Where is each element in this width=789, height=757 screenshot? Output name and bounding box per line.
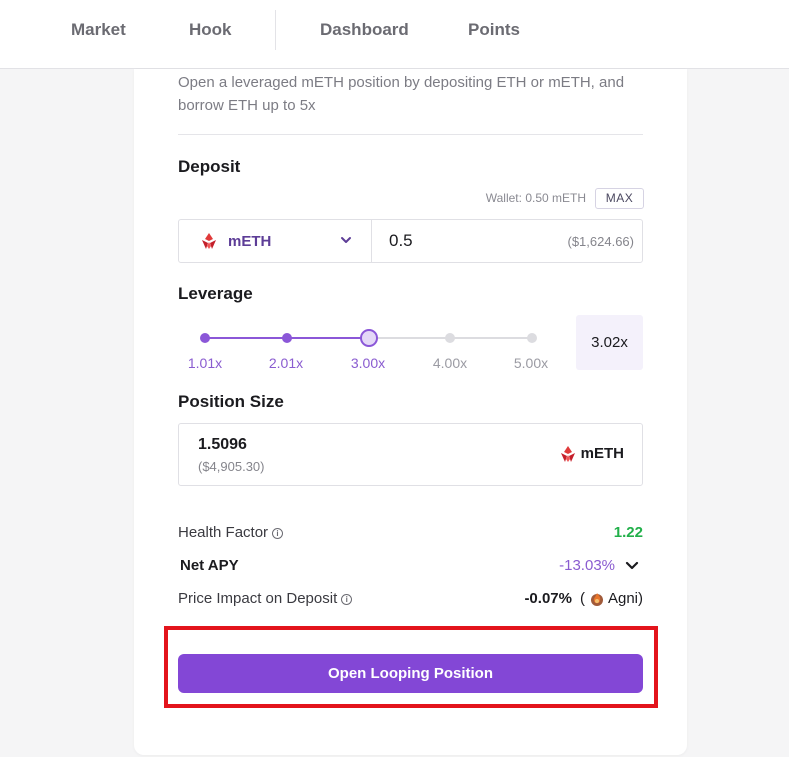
meth-token-icon <box>202 233 216 249</box>
nav-hook[interactable]: Hook <box>189 20 232 40</box>
net-apy-value: -13.03% <box>559 557 615 574</box>
open-paren: ( <box>579 590 585 607</box>
slider-step-dot[interactable] <box>200 333 210 343</box>
divider <box>178 134 643 135</box>
token-select[interactable]: mETH <box>179 220 372 262</box>
slider-step-dot[interactable] <box>527 333 537 343</box>
info-icon[interactable]: i <box>341 594 353 605</box>
deposit-title: Deposit <box>178 157 241 176</box>
close-paren: ) <box>638 590 643 607</box>
position-token-label: mETH <box>580 445 624 462</box>
position-size-box: 1.5096 ($4,905.30) mETH <box>178 423 643 486</box>
chevron-down-icon[interactable] <box>625 559 639 573</box>
price-impact-value: -0.07% <box>524 590 572 607</box>
top-navigation: Market Hook Dashboard Points <box>0 0 789 69</box>
tick-label[interactable]: 2.01x <box>261 355 311 371</box>
nav-divider <box>275 10 276 50</box>
deposit-usd-value: ($1,624.66) <box>567 234 635 249</box>
price-impact-text: Price Impact on Deposit <box>178 590 338 607</box>
price-impact-label: Price Impact on Deposit i <box>178 590 353 607</box>
nav-dashboard[interactable]: Dashboard <box>320 20 409 40</box>
net-apy-row-value[interactable]: -13.03% <box>559 557 639 574</box>
slider-step-dot[interactable] <box>445 333 456 343</box>
health-factor-label: Health Factor i <box>178 524 284 541</box>
tick-label[interactable]: 5.00x <box>506 355 556 371</box>
deposit-amount-input[interactable] <box>389 230 539 252</box>
deposit-input-group: mETH ($1,624.66) <box>178 219 643 263</box>
position-size-title: Position Size <box>178 392 284 411</box>
max-button[interactable]: MAX <box>595 188 644 209</box>
wallet-balance: Wallet: 0.50 mETH <box>485 191 586 205</box>
nav-points[interactable]: Points <box>468 20 520 40</box>
position-amount: 1.5096 <box>198 436 247 453</box>
card-description: Open a leveraged mETH position by deposi… <box>178 74 625 114</box>
health-factor-value: 1.22 <box>613 524 643 541</box>
agni-logo-icon <box>590 592 603 606</box>
leverage-slider[interactable]: 1.01x 2.01x 3.00x 4.00x 5.00x <box>178 319 556 371</box>
health-factor-text: Health Factor <box>178 524 269 541</box>
meth-token-icon <box>561 446 575 462</box>
tick-label[interactable]: 3.00x <box>343 355 393 371</box>
chevron-down-icon <box>341 237 351 243</box>
leverage-value-display: 3.02x <box>576 315 643 370</box>
info-icon[interactable]: i <box>272 528 284 539</box>
tick-label[interactable]: 4.00x <box>425 355 475 371</box>
net-apy-label: Net APY <box>180 557 239 574</box>
position-usd-value: ($4,905.30) <box>198 459 265 474</box>
leverage-title: Leverage <box>178 284 253 303</box>
price-impact-row-value: -0.07% ( Agni ) <box>524 590 643 607</box>
open-looping-position-button[interactable]: Open Looping Position <box>178 654 643 693</box>
tick-label[interactable]: 1.01x <box>180 355 230 371</box>
slider-step-dot[interactable] <box>281 333 292 343</box>
price-impact-source: Agni <box>607 590 638 607</box>
slider-thumb[interactable] <box>359 329 378 347</box>
nav-market[interactable]: Market <box>71 20 126 40</box>
token-label: mETH <box>228 233 272 250</box>
